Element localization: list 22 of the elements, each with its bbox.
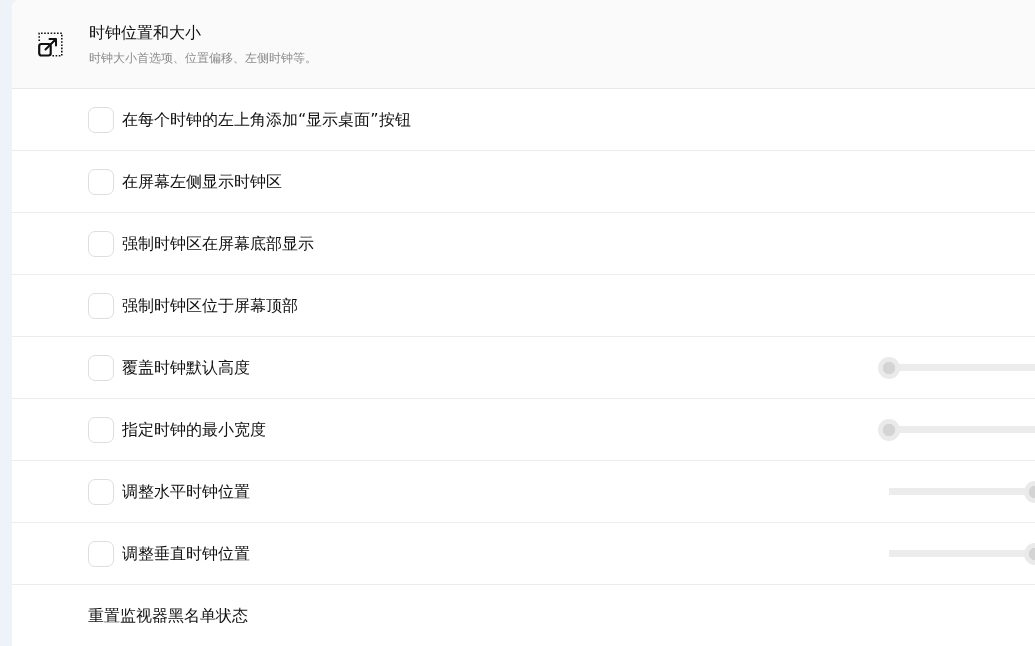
option-label: 在屏幕左侧显示时钟区: [122, 171, 282, 192]
checkbox[interactable]: [88, 168, 114, 195]
action-link[interactable]: 重置监视器黑名单状态: [88, 606, 248, 626]
checkbox[interactable]: [88, 478, 114, 505]
resize-icon: [38, 31, 63, 57]
checkbox[interactable]: [88, 230, 114, 257]
slider-thumb[interactable]: [878, 356, 900, 379]
checkbox[interactable]: [88, 354, 114, 381]
slider-thumb[interactable]: [878, 418, 900, 441]
option-label: 在每个时钟的左上角添加“显示桌面”按钮: [122, 109, 411, 130]
option-label: 强制时钟区位于屏幕顶部: [122, 295, 298, 316]
option-label: 强制时钟区在屏幕底部显示: [122, 233, 314, 254]
checkbox[interactable]: [88, 540, 114, 567]
checkbox[interactable]: [88, 416, 114, 443]
option-label: 调整水平时钟位置: [122, 481, 250, 502]
option-label: 指定时钟的最小宽度: [122, 419, 266, 440]
checkbox[interactable]: [88, 292, 114, 319]
section-title: 时钟位置和大小: [89, 22, 202, 43]
section-subtitle: 时钟大小首选项、位置偏移、左侧时钟等。: [89, 50, 317, 66]
option-label: 覆盖时钟默认高度: [122, 357, 250, 378]
option-label: 调整垂直时钟位置: [122, 543, 250, 564]
checkbox[interactable]: [88, 106, 114, 133]
